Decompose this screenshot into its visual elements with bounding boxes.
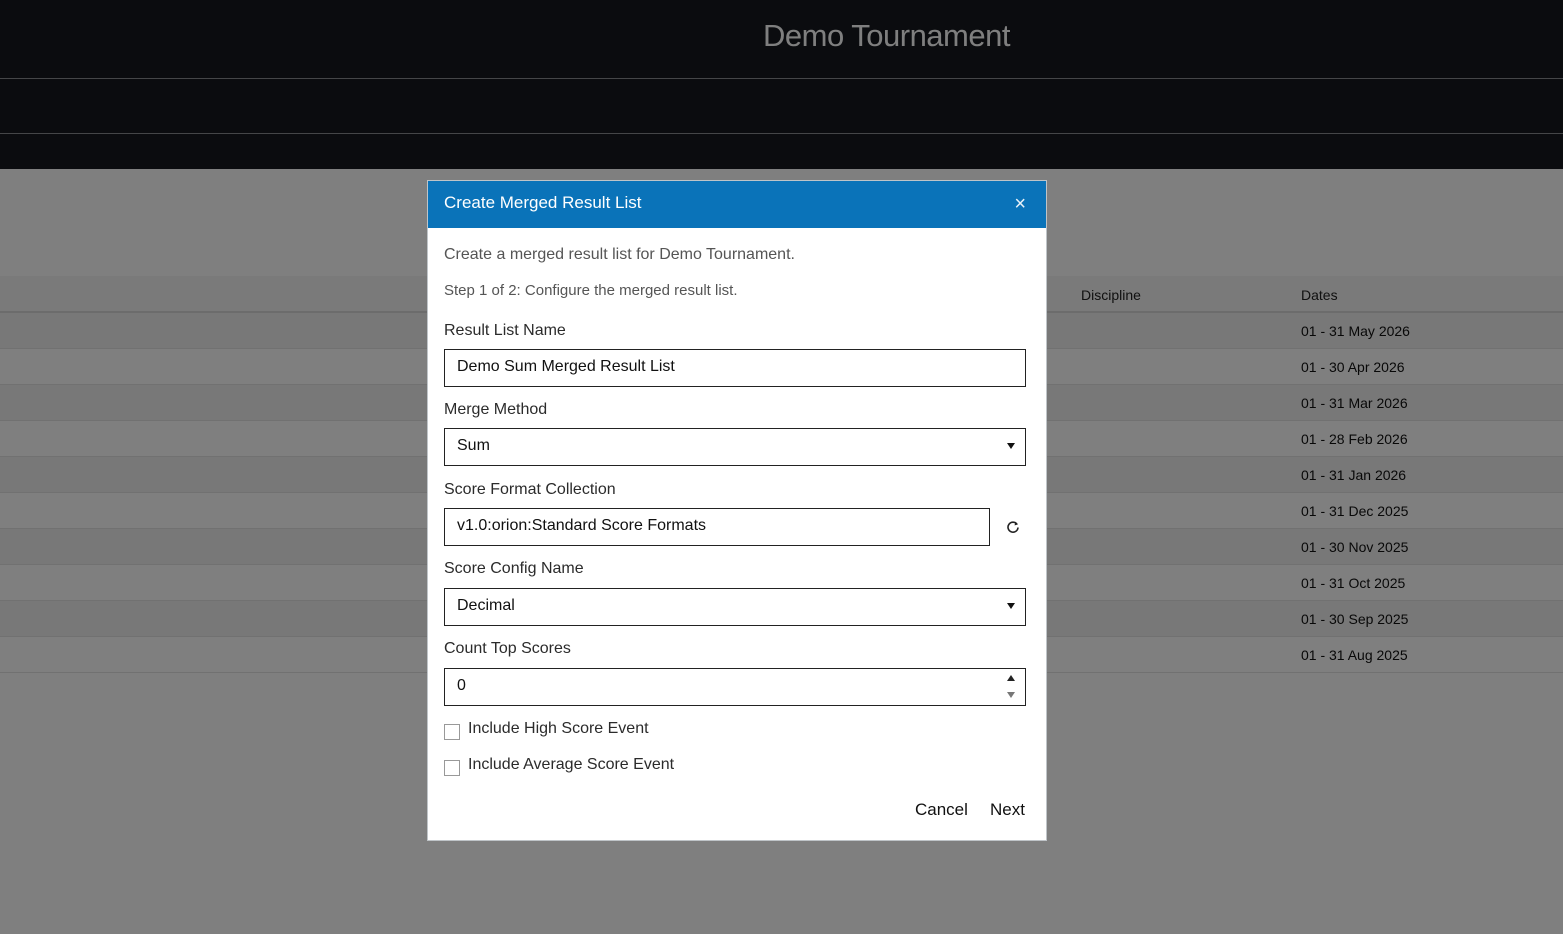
- cancel-button[interactable]: Cancel: [915, 800, 968, 820]
- chevron-down-icon: [1007, 443, 1015, 449]
- next-button[interactable]: Next: [990, 800, 1025, 820]
- dialog-intro: Create a merged result list for Demo Tou…: [444, 246, 795, 263]
- result-list-name-input[interactable]: Demo Sum Merged Result List: [444, 349, 1026, 387]
- merge-method-select[interactable]: Sum: [444, 428, 1026, 466]
- score-config-name-value: Decimal: [457, 597, 515, 614]
- count-top-scores-value: 0: [457, 677, 466, 694]
- result-list-name-value: Demo Sum Merged Result List: [457, 358, 675, 375]
- chevron-down-icon: [1007, 603, 1015, 609]
- score-format-collection-input[interactable]: v1.0:orion:Standard Score Formats: [444, 508, 990, 546]
- decrement-icon[interactable]: [1007, 692, 1015, 698]
- score-format-collection-value: v1.0:orion:Standard Score Formats: [457, 517, 707, 534]
- step-indicator: Step 1 of 2: Configure the merged result…: [444, 282, 738, 299]
- score-config-name-label: Score Config Name: [444, 560, 584, 577]
- result-list-name-label: Result List Name: [444, 322, 566, 339]
- include-high-score-label[interactable]: Include High Score Event: [468, 720, 649, 738]
- include-high-score-checkbox[interactable]: [444, 724, 460, 740]
- create-merged-result-list-dialog: Create Merged Result List × Create a mer…: [427, 180, 1047, 841]
- include-average-score-checkbox[interactable]: [444, 760, 460, 776]
- count-top-scores-stepper[interactable]: 0: [444, 668, 1026, 706]
- score-config-name-select[interactable]: Decimal: [444, 588, 1026, 626]
- include-average-score-label[interactable]: Include Average Score Event: [468, 756, 674, 774]
- merge-method-label: Merge Method: [444, 401, 548, 418]
- refresh-icon[interactable]: [1006, 520, 1020, 534]
- dialog-header: Create Merged Result List ×: [428, 181, 1046, 228]
- merge-method-value: Sum: [457, 437, 490, 454]
- count-top-scores-label: Count Top Scores: [444, 640, 571, 657]
- increment-icon[interactable]: [1007, 675, 1015, 681]
- dialog-title: Create Merged Result List: [444, 193, 642, 212]
- close-icon[interactable]: ×: [1014, 193, 1026, 215]
- score-format-collection-label: Score Format Collection: [444, 481, 616, 498]
